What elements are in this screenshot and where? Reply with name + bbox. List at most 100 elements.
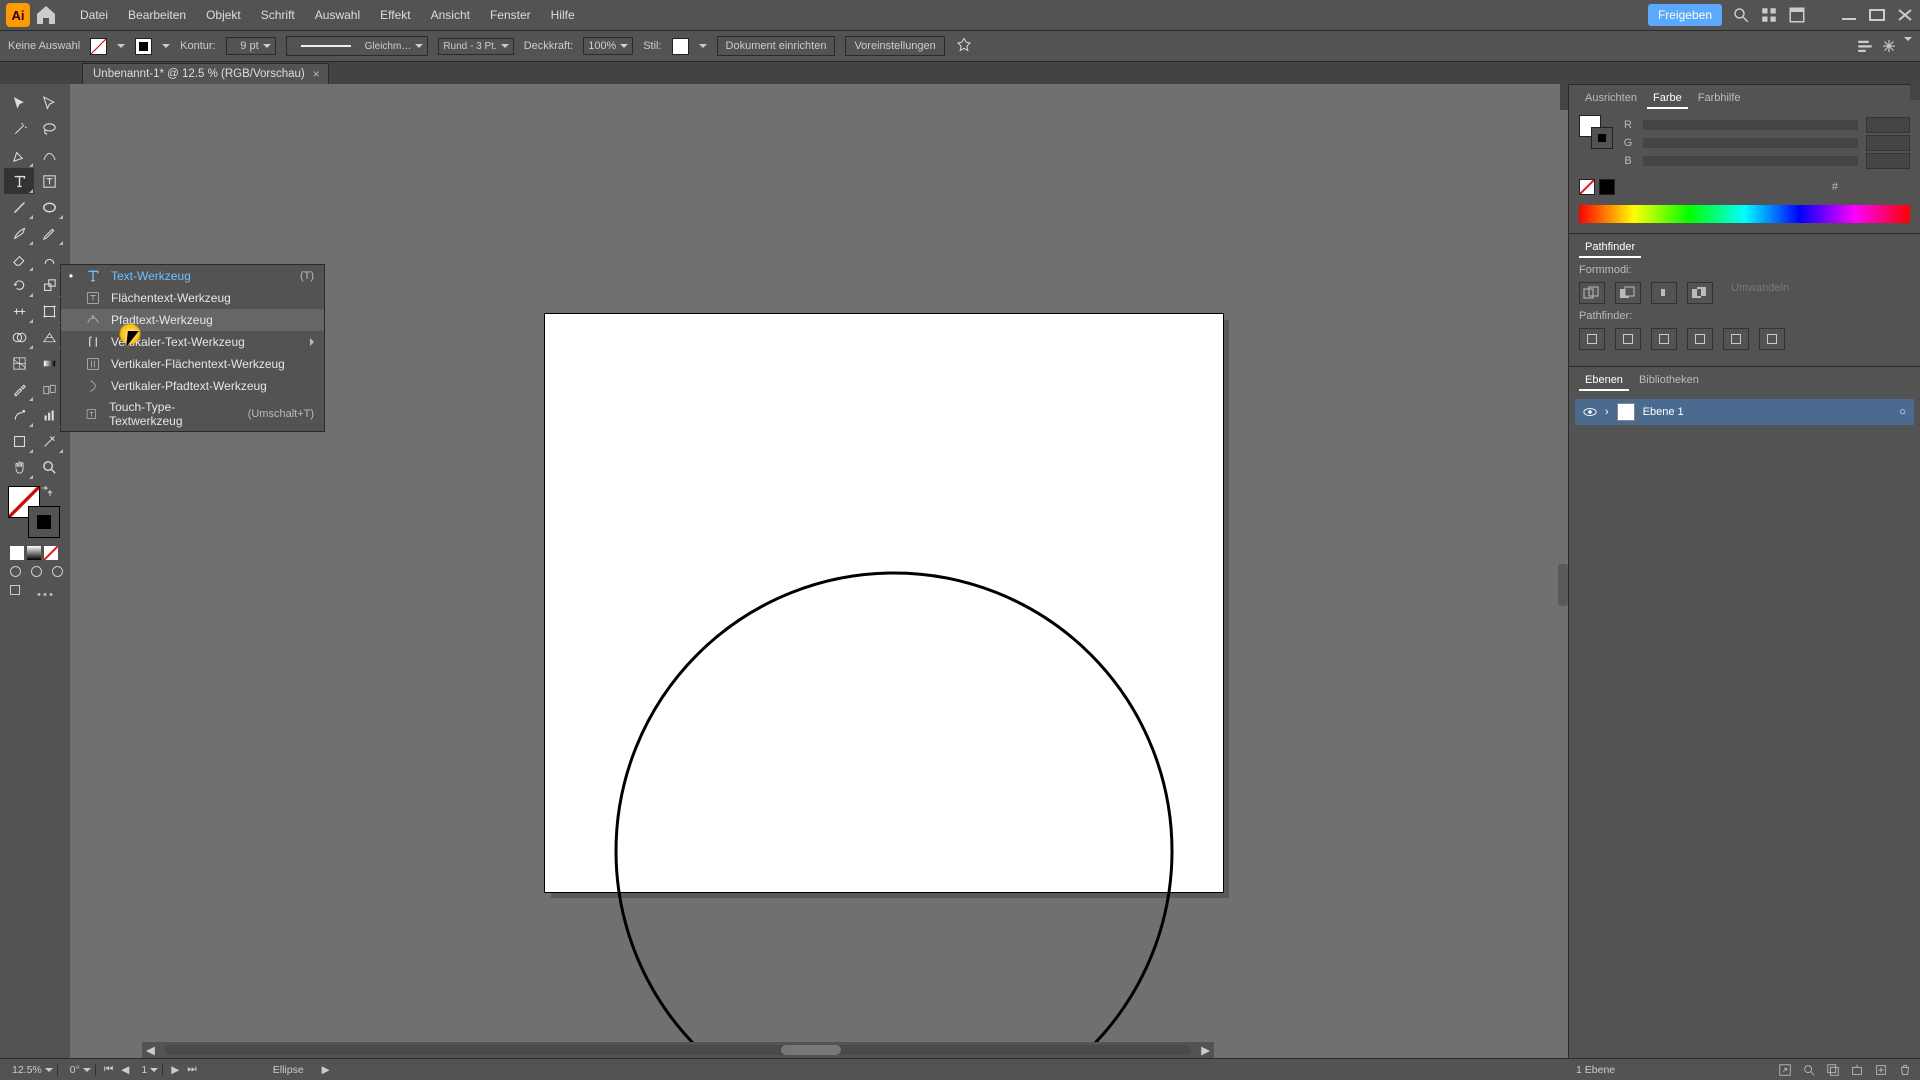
flyout-item-vertical-text[interactable]: Vertikaler-Text-Werkzeug <box>61 331 324 353</box>
hand-tool[interactable] <box>4 454 34 480</box>
color-mode-icon[interactable] <box>10 546 24 560</box>
flyout-item-area-text[interactable]: Flächentext-Werkzeug <box>61 287 324 309</box>
eraser-tool[interactable] <box>4 246 34 272</box>
stroke-profile-dropdown[interactable]: Gleichm… <box>286 36 429 56</box>
outline-icon[interactable] <box>1723 328 1749 350</box>
vertical-scrollbar-thumb[interactable] <box>1558 564 1568 606</box>
flyout-item-text[interactable]: • Text-Werkzeug (T) <box>61 265 324 287</box>
menu-ansicht[interactable]: Ansicht <box>423 4 478 26</box>
visibility-eye-icon[interactable] <box>1583 405 1597 419</box>
delete-layer-icon[interactable] <box>1898 1063 1912 1077</box>
divide-icon[interactable] <box>1579 328 1605 350</box>
artboard-tool[interactable] <box>4 428 34 454</box>
unite-icon[interactable] <box>1579 282 1605 304</box>
draw-behind-icon[interactable] <box>31 566 42 577</box>
stroke-weight-input[interactable]: 9 pt <box>226 37 276 55</box>
home-icon[interactable] <box>34 3 58 27</box>
fill-stroke-well[interactable] <box>8 486 60 538</box>
flyout-item-vertical-area-text[interactable]: Vertikaler-Flächentext-Werkzeug <box>61 353 324 375</box>
window-max-icon[interactable] <box>1868 8 1886 22</box>
flyout-item-path-text[interactable]: Pfadtext-Werkzeug <box>61 309 324 331</box>
trim-icon[interactable] <box>1615 328 1641 350</box>
fill-swatch[interactable] <box>90 38 107 55</box>
canvas[interactable]: ◀ ▶ <box>70 84 1568 1058</box>
touch-type-tool[interactable] <box>34 168 64 194</box>
tab-color[interactable]: Farbe <box>1647 89 1688 109</box>
artboard-prev-icon[interactable]: ◀ <box>121 1064 129 1076</box>
search-icon[interactable] <box>1732 6 1750 24</box>
status-menu-icon[interactable]: ▶ <box>322 1064 330 1076</box>
line-tool[interactable] <box>4 194 34 220</box>
tab-colorguide[interactable]: Farbhilfe <box>1692 89 1747 109</box>
preferences-button[interactable]: Voreinstellungen <box>845 36 944 56</box>
horizontal-scrollbar[interactable]: ◀ ▶ <box>142 1042 1214 1058</box>
exclude-icon[interactable] <box>1687 282 1713 304</box>
stroke-swatch[interactable] <box>135 38 152 55</box>
artboard-last-icon[interactable]: ⏭ <box>187 1063 196 1076</box>
menu-bearbeiten[interactable]: Bearbeiten <box>120 4 194 26</box>
eyedropper-tool[interactable] <box>4 376 34 402</box>
layer-name[interactable]: Ebene 1 <box>1643 406 1684 418</box>
b-value-input[interactable] <box>1866 153 1910 169</box>
arrange-window-icon[interactable] <box>1788 6 1806 24</box>
merge-icon[interactable] <box>1651 328 1677 350</box>
zoom-level-dropdown[interactable]: 12.5% <box>8 1064 58 1076</box>
intersect-icon[interactable] <box>1651 282 1677 304</box>
rotate-view-dropdown[interactable]: 0° <box>66 1064 96 1076</box>
window-close-icon[interactable] <box>1896 8 1914 22</box>
menu-auswahl[interactable]: Auswahl <box>307 4 368 26</box>
tab-align[interactable]: Ausrichten <box>1579 89 1643 109</box>
menu-datei[interactable]: Datei <box>72 4 116 26</box>
r-value-input[interactable] <box>1866 117 1910 133</box>
color-spectrum[interactable] <box>1579 205 1910 223</box>
rotate-tool[interactable] <box>4 272 34 298</box>
opacity-input[interactable]: 100% <box>583 37 633 55</box>
curvature-tool[interactable] <box>34 142 64 168</box>
screen-mode-icon[interactable] <box>10 585 20 595</box>
pin-icon[interactable] <box>955 37 973 55</box>
pen-tool[interactable] <box>4 142 34 168</box>
new-layer-icon[interactable] <box>1874 1063 1888 1077</box>
draw-normal-icon[interactable] <box>10 566 21 577</box>
direct-selection-tool[interactable] <box>34 90 64 116</box>
tab-pathfinder[interactable]: Pathfinder <box>1579 238 1641 258</box>
document-setup-button[interactable]: Dokument einrichten <box>717 36 836 56</box>
shape-builder-tool[interactable] <box>4 324 34 350</box>
minus-back-icon[interactable] <box>1759 328 1785 350</box>
g-value-input[interactable] <box>1866 135 1910 151</box>
mesh-tool[interactable] <box>4 350 34 376</box>
pencil-tool[interactable] <box>34 220 64 246</box>
clip-mask-icon[interactable] <box>1826 1063 1840 1077</box>
none-mode-icon[interactable] <box>44 546 58 560</box>
menu-hilfe[interactable]: Hilfe <box>543 4 583 26</box>
new-sublayer-icon[interactable] <box>1850 1063 1864 1077</box>
graphic-style-swatch[interactable] <box>672 38 689 55</box>
artboard-first-icon[interactable]: ⏮ <box>104 1063 113 1076</box>
selection-tool[interactable] <box>4 90 34 116</box>
menu-fenster[interactable]: Fenster <box>482 4 539 26</box>
type-tool[interactable] <box>4 168 34 194</box>
paintbrush-tool[interactable] <box>4 220 34 246</box>
symbol-sprayer-tool[interactable] <box>4 402 34 428</box>
crop-icon[interactable] <box>1687 328 1713 350</box>
align-panel-icon[interactable] <box>1856 37 1874 55</box>
flyout-item-touch-type[interactable]: Touch-Type-Textwerkzeug (Umschalt+T) <box>61 397 324 431</box>
lasso-tool[interactable] <box>34 116 64 142</box>
magic-wand-tool[interactable] <box>4 116 34 142</box>
arrange-grid-icon[interactable] <box>1760 6 1778 24</box>
artboard-next-icon[interactable]: ▶ <box>171 1064 179 1076</box>
layer-expand-icon[interactable]: › <box>1605 406 1609 418</box>
locate-object-icon[interactable] <box>1802 1063 1816 1077</box>
tab-layers[interactable]: Ebenen <box>1579 371 1629 391</box>
expand-button[interactable]: Umwandeln <box>1731 282 1789 304</box>
panel-collapse-grip[interactable] <box>1560 84 1568 110</box>
gradient-mode-icon[interactable] <box>27 546 41 560</box>
window-min-icon[interactable] <box>1840 8 1858 22</box>
layer-row[interactable]: › Ebene 1 ○ <box>1575 399 1914 425</box>
zoom-tool[interactable] <box>34 454 64 480</box>
rightcol-grip[interactable] <box>1910 84 1920 100</box>
tab-libraries[interactable]: Bibliotheken <box>1633 371 1705 391</box>
menu-objekt[interactable]: Objekt <box>198 4 249 26</box>
tab-close-icon[interactable]: × <box>313 67 320 81</box>
artboard-index-dropdown[interactable]: 1 <box>137 1064 163 1076</box>
